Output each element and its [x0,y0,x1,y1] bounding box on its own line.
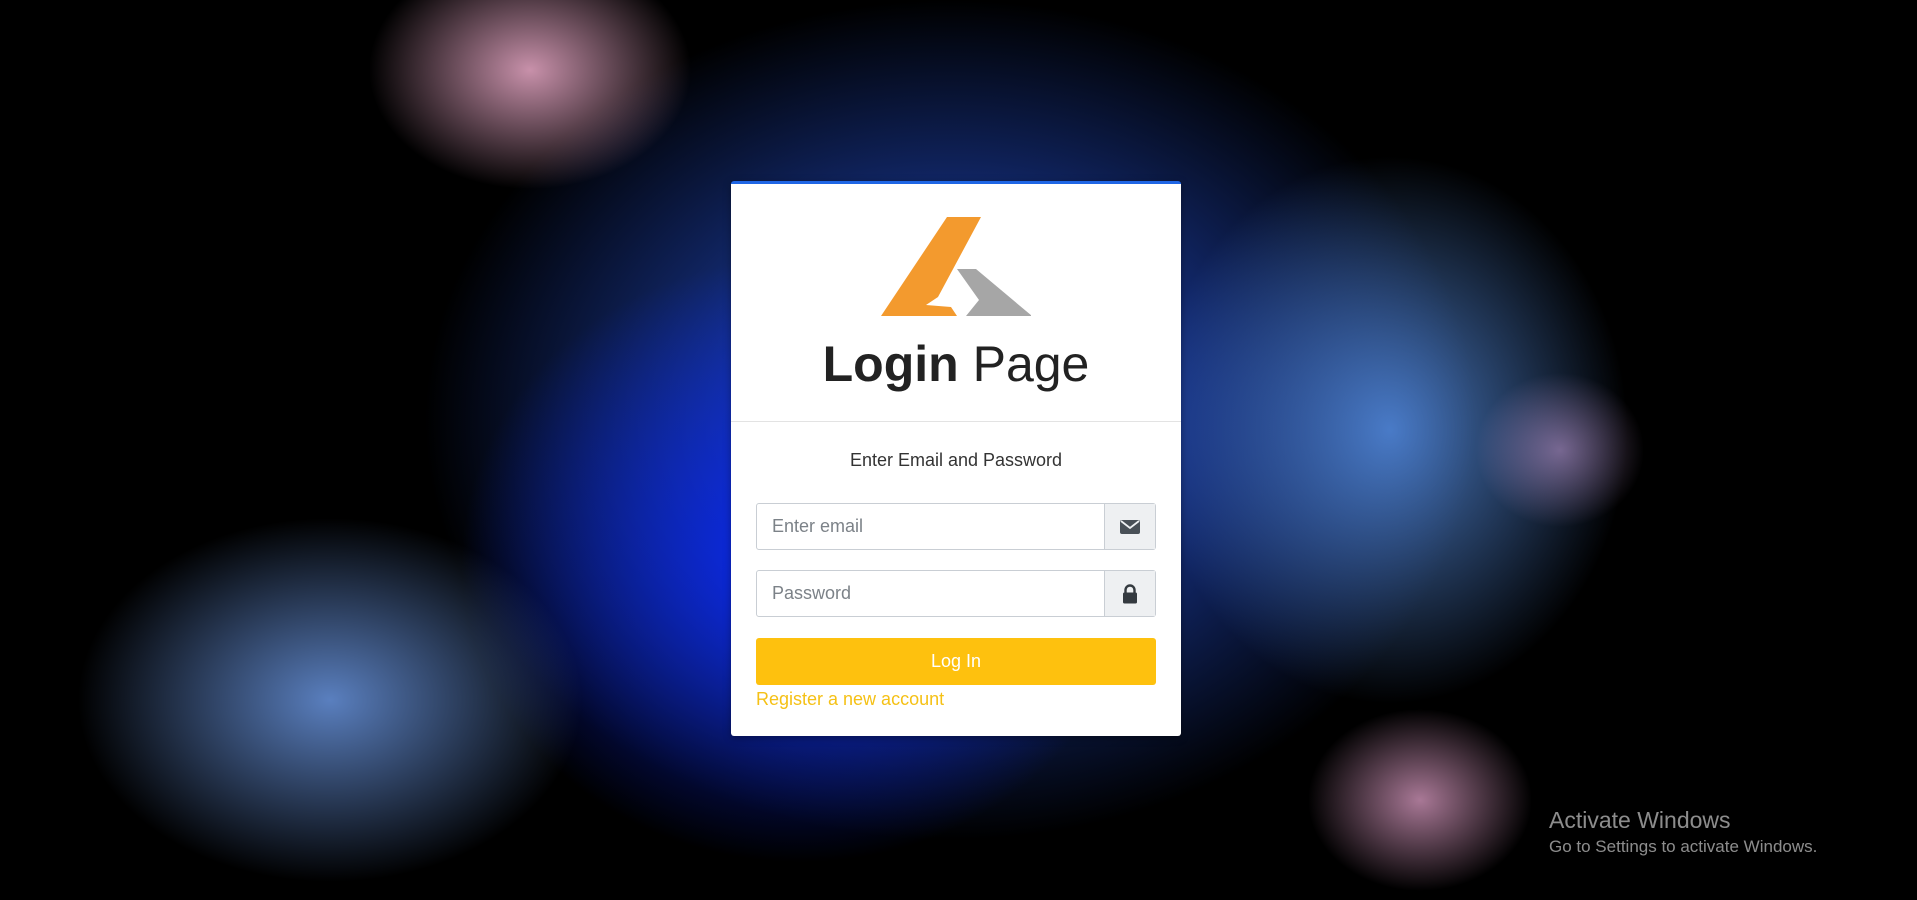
login-card: Login Page Enter Email and Password Log … [731,181,1181,736]
password-input-group [756,570,1156,617]
activate-windows-watermark: Activate Windows Go to Settings to activ… [1549,805,1817,859]
title-light: Page [972,336,1090,392]
login-button[interactable]: Log In [756,638,1156,685]
email-input-group [756,503,1156,550]
page-title: Login Page [731,334,1181,394]
title-bold: Login [822,336,959,392]
register-link[interactable]: Register a new account [756,687,944,711]
password-input[interactable] [757,571,1104,616]
login-instructions: Enter Email and Password [849,450,1063,470]
lock-icon [1104,571,1155,616]
activate-windows-subtitle: Go to Settings to activate Windows. [1549,837,1818,856]
envelope-icon [1104,504,1155,549]
brand-logo [881,217,1031,316]
login-card-header: Login Page [731,184,1181,422]
activate-windows-title: Activate Windows [1549,807,1731,833]
email-input[interactable] [757,504,1104,549]
